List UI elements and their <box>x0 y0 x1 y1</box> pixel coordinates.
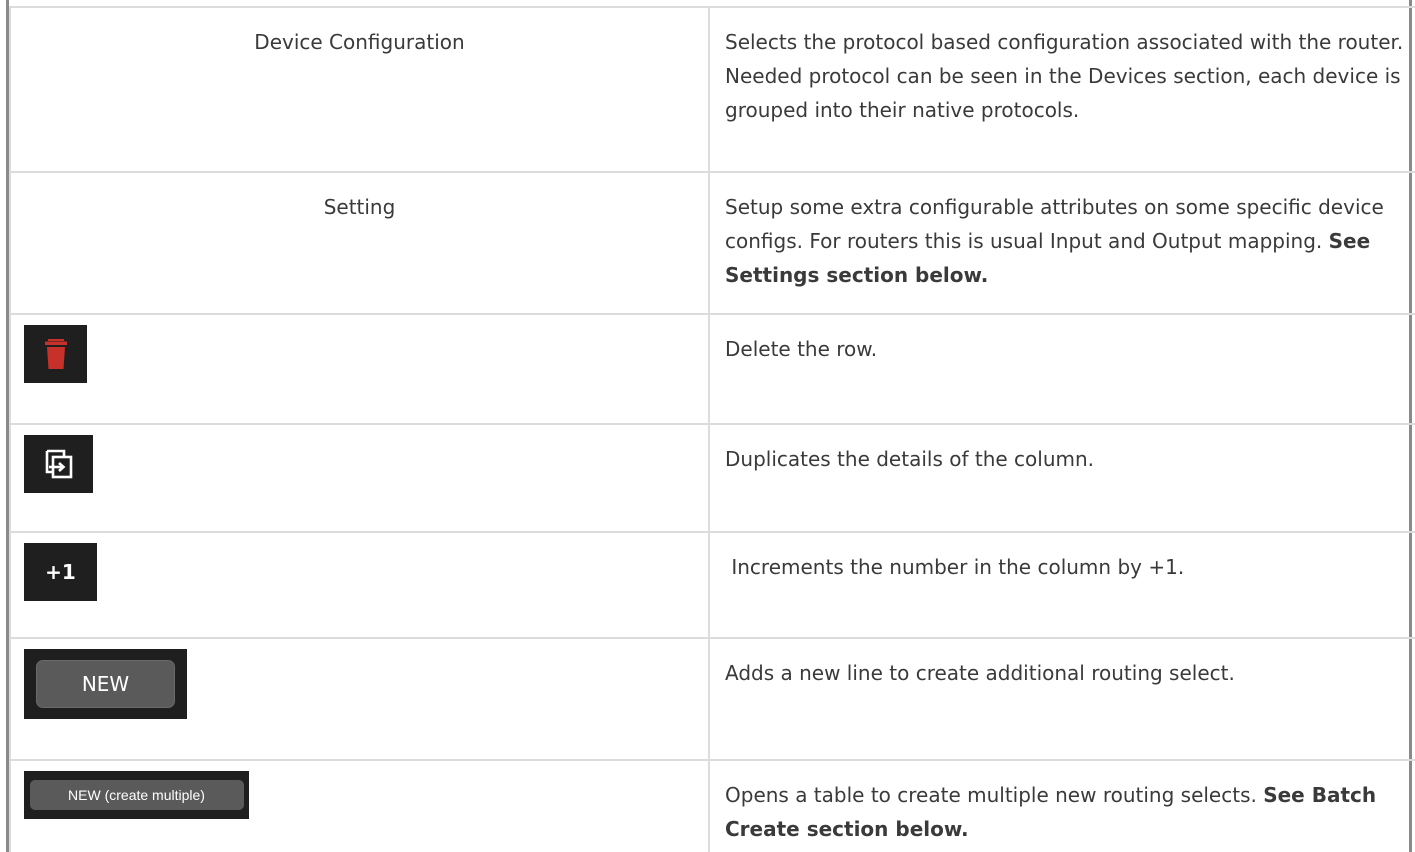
row-icon-cell: +1 <box>9 531 710 639</box>
table-row: Device Configuration Selects the protoco… <box>9 6 1415 173</box>
row-description: Increments the number in the column by +… <box>725 555 1185 579</box>
row-description-cell: Opens a table to create multiple new rou… <box>708 759 1415 852</box>
document-page: Device Configuration Selects the protoco… <box>0 0 1415 852</box>
row-description: Opens a table to create multiple new rou… <box>725 783 1264 807</box>
new-create-multiple-button[interactable]: NEW (create multiple) <box>29 780 244 810</box>
duplicate-icon <box>45 449 72 479</box>
row-label-cell: Device Configuration <box>9 6 710 173</box>
row-label: Setting <box>323 195 396 219</box>
table-row: NEW (create multiple) Opens a table to c… <box>9 759 1415 852</box>
delete-row-button[interactable] <box>24 325 87 383</box>
new-button[interactable]: NEW <box>36 660 175 708</box>
table-row: +1 Increments the number in the column b… <box>9 531 1415 639</box>
row-description-cell: Setup some extra configurable attributes… <box>708 171 1415 315</box>
row-description-cell: Adds a new line to create additional rou… <box>708 637 1415 761</box>
row-label-cell: Setting <box>9 171 710 315</box>
row-description: Selects the protocol based configuration… <box>725 30 1404 122</box>
row-description: Setup some extra configurable attributes… <box>725 195 1384 253</box>
duplicate-button[interactable] <box>24 435 93 493</box>
row-description: Duplicates the details of the column. <box>725 447 1095 471</box>
row-icon-cell: NEW (create multiple) <box>9 759 710 852</box>
row-icon-cell <box>9 423 710 533</box>
row-description: Adds a new line to create additional rou… <box>725 661 1235 685</box>
table-row: Setting Setup some extra configurable at… <box>9 171 1415 315</box>
row-description-cell: Delete the row. <box>708 313 1415 425</box>
new-button-frame: NEW <box>24 649 187 719</box>
table-row: Duplicates the details of the column. <box>9 423 1415 533</box>
row-description-cell: Duplicates the details of the column. <box>708 423 1415 533</box>
row-icon-cell: NEW <box>9 637 710 761</box>
trash-icon <box>44 339 67 369</box>
row-description: Delete the row. <box>725 337 878 361</box>
row-icon-cell <box>9 313 710 425</box>
table-row: Delete the row. <box>9 313 1415 425</box>
row-label: Device Configuration <box>254 30 465 54</box>
row-description-cell: Selects the protocol based configuration… <box>708 6 1415 173</box>
increment-button[interactable]: +1 <box>24 543 97 601</box>
table-row: NEW Adds a new line to create additional… <box>9 637 1415 761</box>
new-multiple-button-frame: NEW (create multiple) <box>24 771 249 819</box>
buttons-reference-table: Device Configuration Selects the protoco… <box>9 6 1415 852</box>
row-description-cell: Increments the number in the column by +… <box>708 531 1415 639</box>
increment-label: +1 <box>45 560 76 584</box>
